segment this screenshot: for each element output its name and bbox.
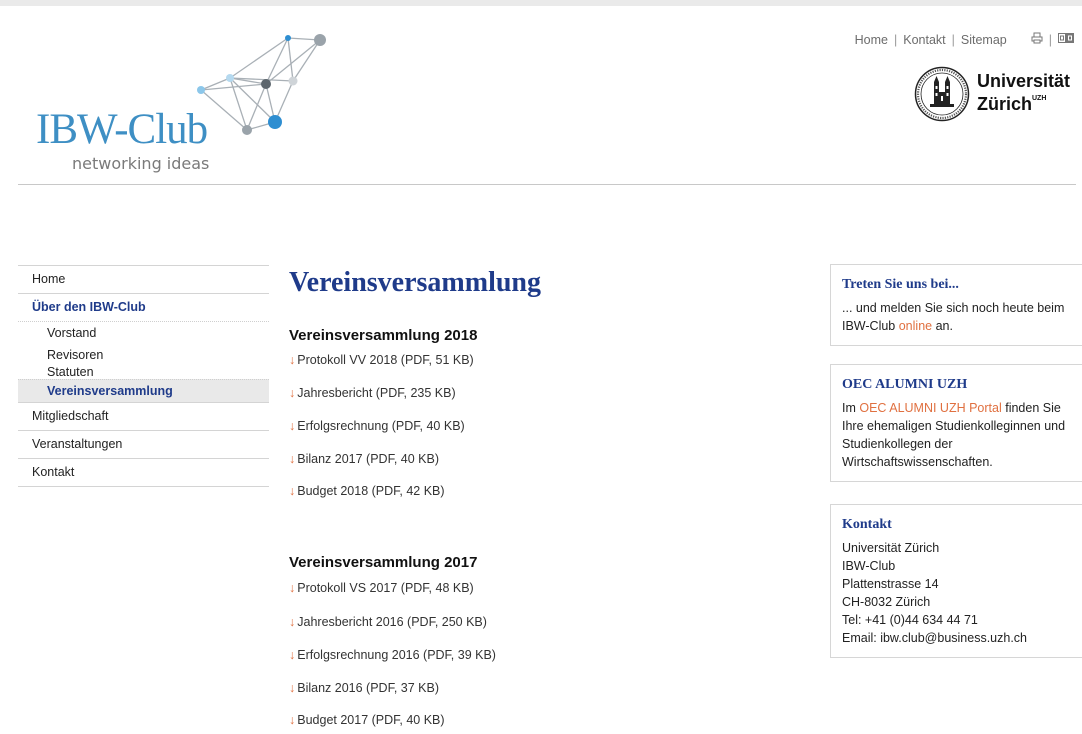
join-box: Treten Sie uns bei... ... und melden Sie… <box>830 264 1082 346</box>
nav-subitem-revisoren[interactable]: Revisoren <box>18 344 269 366</box>
contact-line: IBW-Club <box>842 559 896 573</box>
university-name-line2: Zürich <box>977 94 1033 114</box>
alumni-box-text: Im OEC ALUMNI UZH Portal finden Sie Ihre… <box>842 399 1074 471</box>
file-link-label: Budget 2018 (PDF, 42 KB) <box>297 484 445 498</box>
file-link[interactable]: ↓ Budget 2017 (PDF, 40 KB) <box>289 713 445 727</box>
download-arrow-icon: ↓ <box>289 484 296 498</box>
download-arrow-icon: ↓ <box>289 615 296 629</box>
file-link-label: Protokoll VS 2017 (PDF, 48 KB) <box>297 581 474 595</box>
contact-box-title: Kontakt <box>842 517 892 532</box>
nav-subitem-statuten[interactable]: Statuten <box>18 366 269 379</box>
file-link-label: Bilanz 2017 (PDF, 40 KB) <box>297 452 439 466</box>
site-logo[interactable]: IBW-Club networking ideas <box>18 26 338 172</box>
contact-line: Plattenstrasse 14 <box>842 577 939 591</box>
nav-bottom-rule <box>18 486 269 487</box>
university-logo[interactable]: Universität Zürich UZH <box>914 66 1076 124</box>
file-link-label: Protokoll VV 2018 (PDF, 51 KB) <box>297 353 474 367</box>
download-arrow-icon: ↓ <box>289 386 296 400</box>
contact-phone: Tel: +41 (0)44 634 44 71 <box>842 613 978 627</box>
utility-nav: Home | Kontakt | Sitemap | <box>855 32 1074 47</box>
nav-item-events[interactable]: Veranstaltungen <box>18 430 269 458</box>
download-arrow-icon: ↓ <box>289 648 296 662</box>
download-arrow-icon: ↓ <box>289 419 296 433</box>
separator: | <box>951 32 955 47</box>
file-link[interactable]: ↓ Erfolgsrechnung (PDF, 40 KB) <box>289 419 465 433</box>
university-abbrev: UZH <box>1032 95 1047 102</box>
nav-item-home[interactable]: Home <box>18 265 269 293</box>
join-text-end: an. <box>932 319 953 333</box>
uzh-seal-icon <box>914 66 970 122</box>
download-arrow-icon: ↓ <box>289 581 296 595</box>
contact-box: Kontakt Universität Zürich IBW-Club Plat… <box>830 504 1082 658</box>
header-divider <box>18 184 1076 185</box>
contact-line: CH-8032 Zürich <box>842 595 931 609</box>
download-arrow-icon: ↓ <box>289 452 296 466</box>
contact-line: Universität Zürich <box>842 541 940 555</box>
file-link[interactable]: ↓ Erfolgsrechnung 2016 (PDF, 39 KB) <box>289 648 496 662</box>
file-link-label: Jahresbericht 2016 (PDF, 250 KB) <box>297 615 487 629</box>
file-link[interactable]: ↓ Protokoll VV 2018 (PDF, 51 KB) <box>289 353 474 367</box>
section-title-2017: Vereinsversammlung 2017 <box>289 554 478 571</box>
file-link[interactable]: ↓ Bilanz 2017 (PDF, 40 KB) <box>289 452 439 466</box>
alumni-box: OEC ALUMNI UZH Im OEC ALUMNI UZH Portal … <box>830 364 1082 482</box>
file-link[interactable]: ↓ Protokoll VS 2017 (PDF, 48 KB) <box>289 581 474 595</box>
online-link[interactable]: online <box>899 319 932 333</box>
file-link[interactable]: ↓ Bilanz 2016 (PDF, 37 KB) <box>289 681 439 695</box>
separator: | <box>894 32 898 47</box>
download-arrow-icon: ↓ <box>289 713 296 727</box>
logo-subtitle: networking ideas <box>72 154 210 173</box>
page-title: Vereinsversammlung <box>289 267 541 298</box>
download-arrow-icon: ↓ <box>289 353 296 367</box>
download-arrow-icon: ↓ <box>289 681 296 695</box>
join-text: ... und melden Sie sich noch heute beim … <box>842 301 1065 333</box>
join-box-title: Treten Sie uns bei... <box>842 277 959 292</box>
file-link[interactable]: ↓ Budget 2018 (PDF, 42 KB) <box>289 484 445 498</box>
file-link[interactable]: ↓ Jahresbericht (PDF, 235 KB) <box>289 386 456 400</box>
nav-item-about[interactable]: Über den IBW-Club <box>18 293 269 321</box>
file-link-label: Jahresbericht (PDF, 235 KB) <box>297 386 456 400</box>
alumni-portal-link[interactable]: OEC ALUMNI UZH Portal <box>859 401 1001 415</box>
alumni-text: Im <box>842 401 860 415</box>
utility-link-home[interactable]: Home <box>855 33 888 47</box>
utility-link-sitemap[interactable]: Sitemap <box>961 33 1007 47</box>
university-name-line1: Universität <box>977 71 1071 91</box>
file-link-label: Bilanz 2016 (PDF, 37 KB) <box>297 681 439 695</box>
print-icon[interactable] <box>1031 32 1043 47</box>
section-title-2018: Vereinsversammlung 2018 <box>289 327 478 344</box>
file-link-label: Erfolgsrechnung 2016 (PDF, 39 KB) <box>297 648 496 662</box>
sidebar-nav: Home Über den IBW-Club Vorstand Revisore… <box>18 265 269 487</box>
contact-email[interactable]: Email: ibw.club@business.uzh.ch <box>842 629 1074 647</box>
nav-subitem-vorstand[interactable]: Vorstand <box>18 321 269 344</box>
file-link[interactable]: ↓ Jahresbericht 2016 (PDF, 250 KB) <box>289 615 487 629</box>
language-icon[interactable] <box>1058 32 1074 47</box>
nav-subitem-vereinsversammlung[interactable]: Vereinsversammlung <box>18 379 269 402</box>
utility-link-kontakt[interactable]: Kontakt <box>903 33 945 47</box>
nav-item-membership[interactable]: Mitgliedschaft <box>18 402 269 430</box>
join-box-text: ... und melden Sie sich noch heute beim … <box>842 299 1074 335</box>
separator: | <box>1048 32 1052 47</box>
alumni-box-title: OEC ALUMNI UZH <box>842 377 968 392</box>
nav-item-contact[interactable]: Kontakt <box>18 458 269 486</box>
file-link-label: Erfolgsrechnung (PDF, 40 KB) <box>297 419 465 433</box>
file-link-label: Budget 2017 (PDF, 40 KB) <box>297 713 445 727</box>
top-bar <box>0 0 1082 6</box>
logo-title: IBW-Club <box>36 106 208 153</box>
